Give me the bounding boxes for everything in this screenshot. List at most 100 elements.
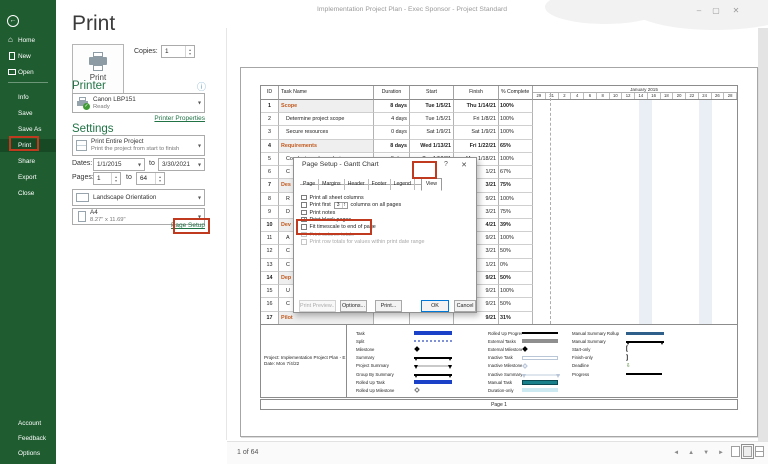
help-icon[interactable]: ? <box>442 161 450 168</box>
copies-spin-arrows[interactable]: ▴▾ <box>185 46 194 57</box>
task-id-cell: 6 <box>261 166 279 179</box>
table-row: 4Requirements8 daysWed 1/13/21Fri 1/22/2… <box>261 140 737 153</box>
task-name-cell: Scope <box>279 100 374 113</box>
nav-down-icon[interactable]: ▼ <box>703 449 709 457</box>
tab-page[interactable]: Page <box>300 179 319 190</box>
new-document-icon <box>9 52 15 60</box>
bar-steel-icon <box>626 332 664 335</box>
checkbox-box[interactable] <box>301 195 307 201</box>
dropdown-arrow-icon: ▾ <box>198 194 201 201</box>
copies-label: Copies: <box>134 48 158 55</box>
copies-stepper[interactable]: 1 ▴▾ <box>161 45 195 58</box>
page-to-stepper[interactable]: 64 ▴▾ <box>136 172 165 185</box>
sidebar-item-save-as[interactable]: Save As <box>0 123 56 136</box>
sidebar-item-close[interactable]: Close <box>0 187 56 200</box>
checkbox-print-column-totals[interactable]: Print column totals <box>301 231 354 238</box>
checkbox-box[interactable] <box>301 210 307 216</box>
checkbox-label: Fit timescale to end of page <box>310 224 376 230</box>
diamond-icon <box>522 347 528 353</box>
page-from-stepper[interactable]: 1 ▴▾ <box>93 172 121 185</box>
nav-right-icon[interactable]: ► <box>718 449 724 457</box>
checkbox-box[interactable] <box>301 224 307 230</box>
sidebar-item-open[interactable]: Open <box>0 66 56 79</box>
legend-item: Rolled Up Task <box>356 378 456 386</box>
checkbox-print-blank-pages[interactable]: ✓Print blank pages <box>301 216 351 223</box>
columns-count-stepper[interactable]: 3▴▾ <box>334 202 348 209</box>
sidebar-item-home[interactable]: ⌂Home <box>0 34 56 47</box>
checkbox-box[interactable] <box>301 202 307 208</box>
print-button[interactable]: Print... <box>375 300 402 312</box>
dialog-title: Page Setup - Gantt Chart <box>302 161 379 168</box>
checkbox-print-notes[interactable]: Print notes <box>301 209 335 216</box>
sidebar-item-print[interactable]: Print <box>0 139 56 152</box>
nav-left-icon[interactable]: ◄ <box>673 449 679 457</box>
tab-footer[interactable]: Footer <box>369 179 391 190</box>
checkbox-print-first[interactable]: Print first3▴▾columns on all pages <box>301 202 401 209</box>
timescale-ticks: 2931246810121416182022242628 <box>533 93 737 100</box>
sidebar-item-account[interactable]: Account <box>0 417 56 430</box>
checkbox-fit-timescale-to-end-of-page[interactable]: Fit timescale to end of page <box>301 224 376 231</box>
tab-header[interactable]: Header <box>345 179 369 190</box>
page-setup-link[interactable]: Page Setup <box>171 222 205 229</box>
page-to-spin-arrows[interactable]: ▴▾ <box>155 173 164 184</box>
percent-complete-cell: 75% <box>499 206 533 219</box>
checkbox-box[interactable] <box>301 232 307 238</box>
print-range-select[interactable]: Print Entire Project Print the project f… <box>72 135 205 156</box>
stepper-arrows[interactable]: ▴▾ <box>342 203 347 208</box>
tab-view[interactable]: View <box>421 178 442 191</box>
ok-button[interactable]: OK <box>421 300 449 312</box>
close-window-icon[interactable]: ✕ <box>730 6 742 15</box>
checkbox-box[interactable] <box>301 239 307 245</box>
bar-blue-icon <box>414 380 452 384</box>
options-button[interactable]: Options... <box>340 300 367 312</box>
info-icon[interactable]: ⓘ <box>197 83 206 92</box>
percent-complete-cell: 67% <box>499 166 533 179</box>
table-row: 2Determine project scope4 daysTue 1/5/21… <box>261 113 737 126</box>
legend-item: Inactive Task <box>488 354 564 362</box>
print-entire-project-icon <box>76 140 87 151</box>
stepper-value: 3 <box>335 203 342 208</box>
page-from-spin-arrows[interactable]: ▴▾ <box>111 173 120 184</box>
tab-margins[interactable]: Margins <box>319 179 344 190</box>
printer-select[interactable]: ✓ Canon LBP151 Ready ▾ <box>72 93 205 113</box>
multi-page-icon[interactable] <box>755 446 764 457</box>
legend-label: Finish-only <box>572 355 626 360</box>
minimize-icon[interactable]: – <box>693 6 705 15</box>
sidebar-item-export[interactable]: Export <box>0 171 56 184</box>
task-id-cell: 4 <box>261 140 279 153</box>
preview-scrollbar[interactable] <box>758 28 768 441</box>
percent-complete-cell: 100% <box>499 153 533 166</box>
back-arrow-icon[interactable]: ← <box>7 15 19 27</box>
sidebar-item-share[interactable]: Share <box>0 155 56 168</box>
task-id-cell: 13 <box>261 259 279 272</box>
dotted-icon <box>414 340 452 342</box>
caps-black-icon <box>626 341 664 343</box>
timescale-tick: 8 <box>597 93 610 100</box>
panel-divider <box>226 28 227 440</box>
sidebar-item-options[interactable]: Options <box>0 447 56 460</box>
date-to-field[interactable]: 3/30/2021 ▾ <box>158 158 205 171</box>
printer-properties-link[interactable]: Printer Properties <box>154 115 205 122</box>
legend-item: Duration-only <box>488 386 564 394</box>
nav-up-icon[interactable]: ▲ <box>688 449 694 457</box>
checkbox-box[interactable]: ✓ <box>301 217 307 223</box>
cancel-button[interactable]: Cancel <box>454 300 476 312</box>
finish-cell: Fri 1/22/21 <box>454 140 499 153</box>
dialog-close-icon[interactable]: ✕ <box>460 161 468 169</box>
dropdown-arrow-icon: ▾ <box>198 161 201 168</box>
dropdown-arrow-icon: ▾ <box>198 100 201 107</box>
checkbox-print-all-sheet-columns[interactable]: Print all sheet columns <box>301 194 364 201</box>
tab-legend[interactable]: Legend <box>391 179 415 190</box>
checkbox-print-row-totals-for-values-within-print-date-range[interactable]: Print row totals for values within print… <box>301 239 425 246</box>
orientation-select[interactable]: Landscape Orientation ▾ <box>72 189 205 206</box>
timescale-tick: 6 <box>584 93 597 100</box>
sidebar-item-new[interactable]: New <box>0 50 56 63</box>
legend-label: Manual Summary <box>572 339 626 344</box>
one-page-icon[interactable] <box>743 446 752 457</box>
zoom-to-page-icon[interactable] <box>731 446 740 457</box>
maximize-icon[interactable]: ▢ <box>710 6 722 15</box>
sidebar-item-feedback[interactable]: Feedback <box>0 432 56 445</box>
sidebar-item-save[interactable]: Save <box>0 107 56 120</box>
sidebar-item-info[interactable]: Info <box>0 91 56 104</box>
date-from-field[interactable]: 1/1/2015 ▾ <box>93 158 145 171</box>
